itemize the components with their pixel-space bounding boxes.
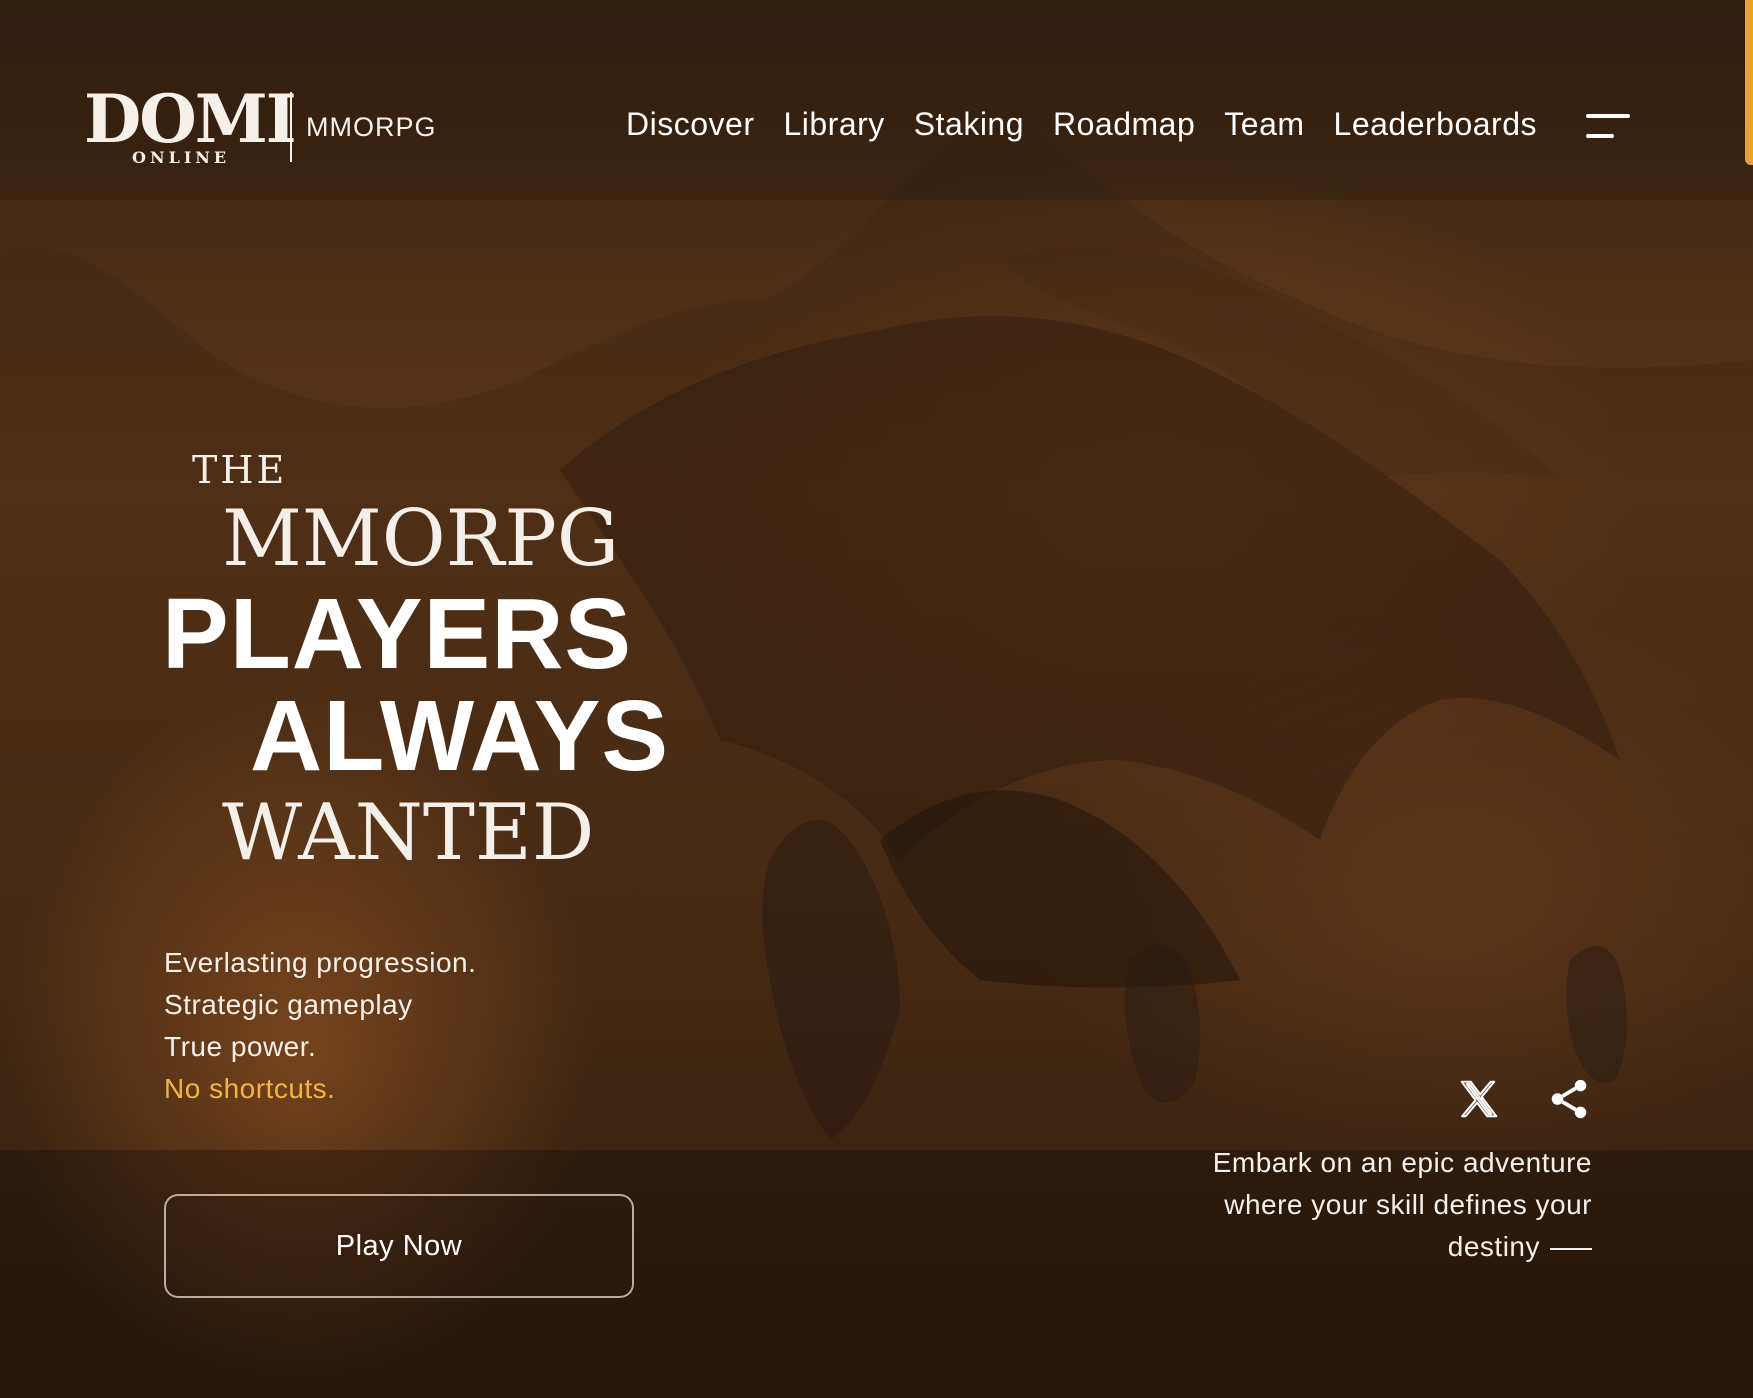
- nav-link-discover[interactable]: Discover: [626, 106, 754, 143]
- embark-dash: [1550, 1247, 1592, 1250]
- hamburger-menu-icon[interactable]: [1586, 112, 1630, 142]
- nav-link-leaderboards[interactable]: Leaderboards: [1334, 106, 1537, 143]
- menu-line-bottom: [1586, 134, 1614, 138]
- logo-subword: ONLINE: [132, 148, 231, 167]
- site-logo[interactable]: DOMI ONLINE MMORPG: [84, 86, 437, 168]
- hero-heading-wanted: WANTED: [222, 788, 595, 878]
- nav-link-team[interactable]: Team: [1224, 106, 1304, 143]
- tagline-progression: Everlasting progression.: [164, 947, 477, 978]
- logo-tagline: MMORPG: [306, 111, 437, 142]
- tagline-no-shortcuts: No shortcuts.: [164, 1073, 336, 1104]
- play-now-button[interactable]: Play Now: [164, 1194, 634, 1298]
- embark-line-1: Embark on an epic adventure: [1212, 1147, 1592, 1178]
- hero-heading-players: PLAYERS: [162, 578, 633, 690]
- nav-link-staking[interactable]: Staking: [914, 106, 1024, 143]
- hero-heading-always: ALWAYS: [250, 680, 670, 792]
- tagline-power: True power.: [164, 1031, 317, 1062]
- embark-line-3: destiny: [1152, 1226, 1592, 1268]
- x-twitter-icon[interactable]: [1456, 1076, 1502, 1122]
- domi-online-logo: DOMI ONLINE: [84, 80, 297, 168]
- social-links: [1456, 1076, 1592, 1122]
- hero-heading-the: THE: [192, 448, 288, 492]
- tagline-gameplay: Strategic gameplay: [164, 989, 413, 1020]
- embark-text: Embark on an epic adventure where your s…: [1152, 1142, 1592, 1268]
- nav-link-roadmap[interactable]: Roadmap: [1053, 106, 1195, 143]
- hero-page: DOMI ONLINE MMORPG Discover Library Stak…: [0, 0, 1753, 1398]
- menu-line-top: [1586, 114, 1630, 118]
- share-icon[interactable]: [1546, 1076, 1592, 1122]
- hero-taglines: Everlasting progression. Strategic gamep…: [164, 942, 476, 1110]
- embark-line-2: where your skill defines your: [1224, 1189, 1592, 1220]
- hero-heading-mmorpg: MMORPG: [222, 494, 620, 584]
- play-now-label: Play Now: [335, 1229, 463, 1262]
- logo-wordmark: DOMI: [84, 80, 297, 158]
- embark-line-3-text: destiny: [1447, 1231, 1540, 1262]
- nav-link-library[interactable]: Library: [783, 106, 884, 143]
- main-nav: Discover Library Staking Roadmap Team Le…: [626, 106, 1537, 143]
- scroll-indicator: [1745, 0, 1753, 165]
